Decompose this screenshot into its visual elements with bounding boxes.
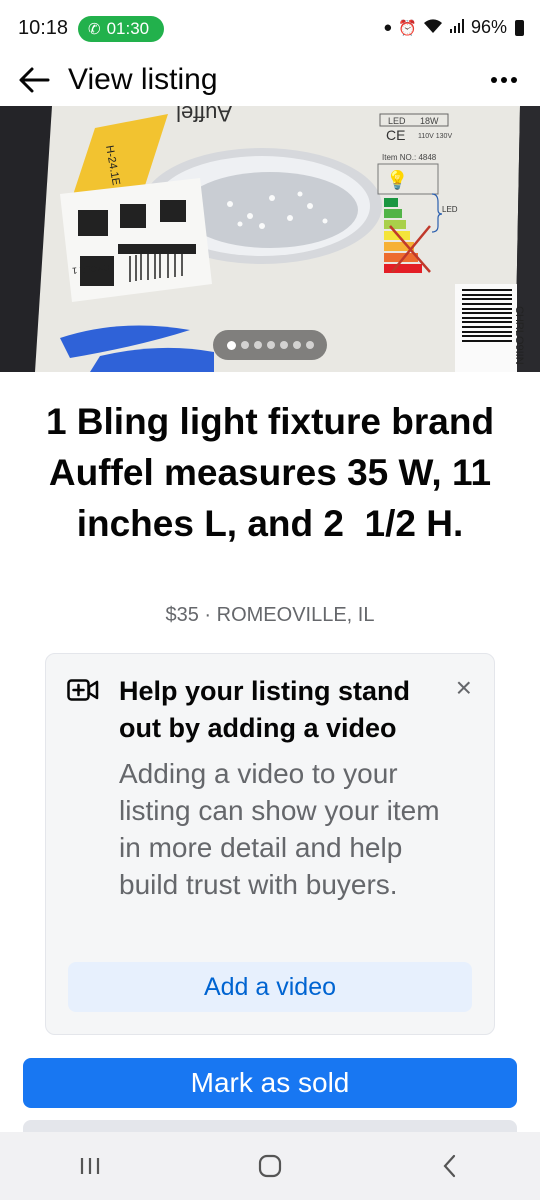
back-arrow-icon [19,67,50,93]
tip-title: Help your listing stand out by adding a … [119,676,411,743]
page-title: View listing [68,63,218,96]
phone-icon: ✆ [88,21,101,38]
gallery-pagination [213,330,327,360]
barcode-text: CHRLO9IIN [513,306,525,365]
lock-icon: ● [383,19,393,36]
listing-price-location: $35 · ROMEOVILLE, IL [165,604,375,626]
gallery-dot[interactable] [226,340,236,350]
item-number: Item NO.: 4848 [382,153,437,162]
system-back-button[interactable] [420,1136,480,1196]
listing-title: 1 Bling light fixture brand Auffel measu… [45,401,503,544]
battery-icon [515,19,524,36]
system-nav-bar [0,1132,540,1200]
add-video-button[interactable]: Add a video [68,962,472,1012]
wifi-icon [423,18,443,38]
add-video-tip-card: × Help your listing stand out by adding … [45,653,495,1035]
signal-icon [449,18,465,38]
energy-led-label: LED [442,205,458,214]
chevron-left-icon [443,1154,456,1178]
more-dot-icon [491,77,497,83]
gallery-dot[interactable] [253,341,262,349]
video-add-icon [67,679,99,706]
mark-as-sold-button[interactable]: Mark as sold [23,1058,517,1108]
more-options-button[interactable] [486,60,522,100]
status-time: 10:18 [18,17,69,39]
recent-apps-button[interactable] [60,1136,120,1196]
gallery-dot[interactable] [266,341,275,349]
app-header: View listing [0,58,540,106]
status-bar: 10:18 ✆ 01:30 ● ⏰ 96% [0,0,540,58]
gallery-dot[interactable] [305,341,314,349]
box-brand: Auffel [176,106,232,126]
back-button[interactable] [14,60,54,100]
tip-body: Adding a video to your listing can show … [119,758,440,900]
more-dot-icon [511,77,517,83]
call-timer: 01:30 [106,19,150,38]
gallery-dot[interactable] [240,341,249,349]
alarm-icon: ⏰ [398,19,417,37]
status-icons: ● ⏰ 96% [383,17,524,38]
more-dot-icon [501,77,507,83]
active-call-pill[interactable]: ✆ 01:30 [78,16,164,42]
gallery-dot[interactable] [279,341,288,349]
gallery-dot[interactable] [292,341,301,349]
close-icon[interactable]: × [456,674,472,702]
battery-level: 96% [470,17,507,37]
ce-mark: CE [386,127,405,143]
lamp-icon: 💡 [386,169,408,190]
home-button[interactable] [240,1136,300,1196]
home-icon [258,1154,282,1178]
voltage-label: 110V 130V [418,133,452,140]
recent-apps-icon [80,1158,100,1174]
led-badge: LED [388,116,406,126]
watt-badge: 18W [420,116,439,126]
